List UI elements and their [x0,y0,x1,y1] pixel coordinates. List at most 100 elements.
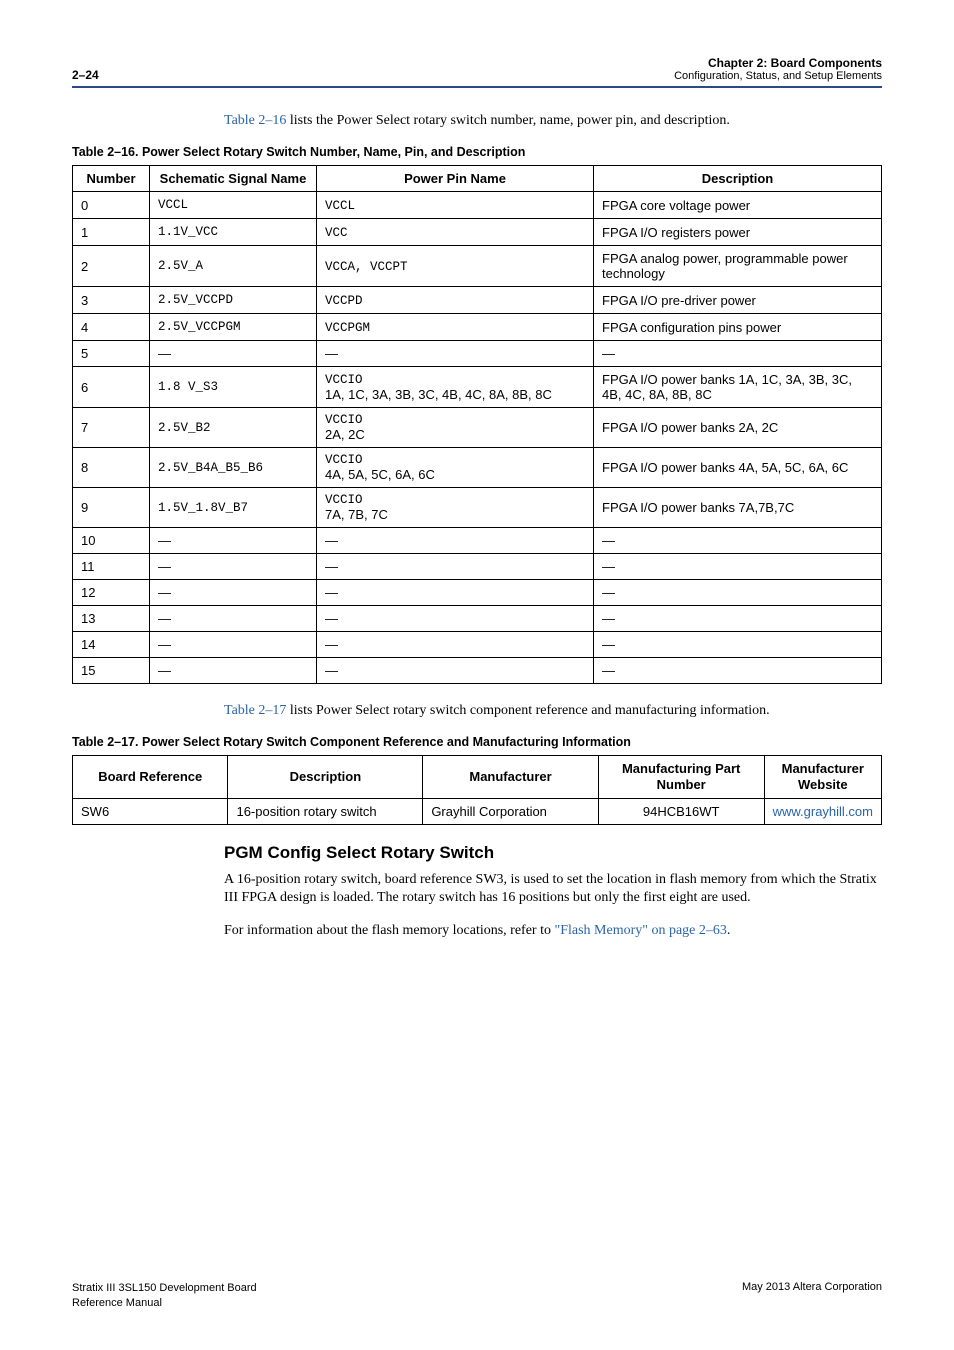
cell-desc: FPGA I/O registers power [594,219,882,246]
t17-part: 94HCB16WT [598,798,764,824]
cell-number: 0 [73,192,150,219]
footer-right: May 2013 Altera Corporation [742,1281,882,1310]
table-row: 91.5V_1.8V_B7VCCIO7A, 7B, 7CFPGA I/O pow… [73,488,882,528]
pin-list: 2A, 2C [325,427,585,442]
pin-code: VCCIO [325,453,585,467]
t17-ref: SW6 [73,798,228,824]
cell-desc: — [594,632,882,658]
table-row: 14——— [73,632,882,658]
table-row: 72.5V_B2VCCIO2A, 2CFPGA I/O power banks … [73,408,882,448]
pin-code: VCCPGM [325,321,370,335]
pin-list: 7A, 7B, 7C [325,507,585,522]
cell-desc: FPGA I/O power banks 2A, 2C [594,408,882,448]
cell-signal: — [150,606,317,632]
section-heading: PGM Config Select Rotary Switch [224,843,882,863]
cell-number: 7 [73,408,150,448]
cell-pin: VCCIO2A, 2C [317,408,594,448]
cell-signal: — [150,528,317,554]
cell-pin: — [317,528,594,554]
footer-left1: Stratix III 3SL150 Development Board [72,1281,257,1295]
pin-code: VCCIO [325,413,585,427]
cell-desc: FPGA I/O pre-driver power [594,287,882,314]
table-row: 11——— [73,554,882,580]
cell-signal: — [150,658,317,684]
table-row: 13——— [73,606,882,632]
pin-code: VCCIO [325,493,585,507]
pin-list: 1A, 1C, 3A, 3B, 3C, 4B, 4C, 8A, 8B, 8C [325,387,585,402]
cell-number: 12 [73,580,150,606]
pin-list: 4A, 5A, 5C, 6A, 6C [325,467,585,482]
cell-signal: 1.1V_VCC [150,219,317,246]
th-number: Number [73,165,150,192]
cell-desc: — [594,658,882,684]
cell-desc: — [594,341,882,367]
header-rule [72,86,882,88]
cell-number: 2 [73,246,150,287]
table-row: 32.5V_VCCPDVCCPDFPGA I/O pre-driver powe… [73,287,882,314]
cell-desc: FPGA I/O power banks 4A, 5A, 5C, 6A, 6C [594,448,882,488]
cell-desc: — [594,554,882,580]
table-row: SW6 16-position rotary switch Grayhill C… [73,798,882,824]
page-header: 2–24 Chapter 2: Board Components Configu… [72,56,882,82]
footer-left2: Reference Manual [72,1296,257,1310]
cell-signal: 2.5V_B2 [150,408,317,448]
mfr-website-link[interactable]: www.grayhill.com [773,804,873,819]
cell-signal: 2.5V_VCCPD [150,287,317,314]
cell-desc: FPGA analog power, programmable power te… [594,246,882,287]
cell-number: 13 [73,606,150,632]
table-2-16: Number Schematic Signal Name Power Pin N… [72,165,882,685]
intro-paragraph: Table 2–16 lists the Power Select rotary… [224,112,882,131]
cell-pin: VCCL [317,192,594,219]
page-number: 2–24 [72,68,99,82]
cell-pin: VCCIO4A, 5A, 5C, 6A, 6C [317,448,594,488]
flash-memory-link[interactable]: "Flash Memory" on page 2–63 [554,923,726,938]
cell-signal: 1.5V_1.8V_B7 [150,488,317,528]
table-row: 5——— [73,341,882,367]
cell-number: 14 [73,632,150,658]
cell-signal: VCCL [150,192,317,219]
cell-desc: FPGA I/O power banks 1A, 1C, 3A, 3B, 3C,… [594,367,882,408]
table-row: 22.5V_AVCCA, VCCPTFPGA analog power, pro… [73,246,882,287]
th-site: Manufacturer Website [764,756,881,798]
t17-desc: 16-position rotary switch [228,798,423,824]
cell-desc: — [594,606,882,632]
cell-pin: — [317,606,594,632]
table17-caption: Table 2–17. Power Select Rotary Switch C… [72,735,882,749]
cell-pin: VCC [317,219,594,246]
table-row: 82.5V_B4A_B5_B6VCCIO4A, 5A, 5C, 6A, 6CFP… [73,448,882,488]
cell-desc: FPGA core voltage power [594,192,882,219]
cell-number: 5 [73,341,150,367]
cell-pin: VCCPGM [317,314,594,341]
table-row: 10——— [73,528,882,554]
header-section: Configuration, Status, and Setup Element… [674,70,882,82]
cell-desc: — [594,528,882,554]
cell-signal: — [150,580,317,606]
cell-pin: VCCA, VCCPT [317,246,594,287]
table-row: 11.1V_VCCVCCFPGA I/O registers power [73,219,882,246]
pin-code: VCC [325,226,348,240]
th-board-ref: Board Reference [73,756,228,798]
cell-pin: — [317,658,594,684]
th-mfr: Manufacturer [423,756,598,798]
th-desc: Description [594,165,882,192]
cell-signal: 1.8 V_S3 [150,367,317,408]
th-schematic: Schematic Signal Name [150,165,317,192]
cell-pin: VCCPD [317,287,594,314]
table-ref-link[interactable]: Table 2–16 [224,113,286,128]
table-ref-link-17[interactable]: Table 2–17 [224,703,286,718]
cell-desc: FPGA configuration pins power [594,314,882,341]
cell-signal: — [150,341,317,367]
th-desc17: Description [228,756,423,798]
cell-desc: — [594,580,882,606]
cell-number: 10 [73,528,150,554]
t17-site: www.grayhill.com [764,798,881,824]
pin-code: VCCL [325,199,355,213]
section2-para2: For information about the flash memory l… [224,922,882,941]
pin-code: VCCPD [325,294,363,308]
t17-mfr: Grayhill Corporation [423,798,598,824]
table-row: 15——— [73,658,882,684]
section2-para1: A 16-position rotary switch, board refer… [224,871,882,909]
cell-pin: VCCIO1A, 1C, 3A, 3B, 3C, 4B, 4C, 8A, 8B,… [317,367,594,408]
cell-pin: VCCIO7A, 7B, 7C [317,488,594,528]
header-chapter: Chapter 2: Board Components [674,56,882,70]
